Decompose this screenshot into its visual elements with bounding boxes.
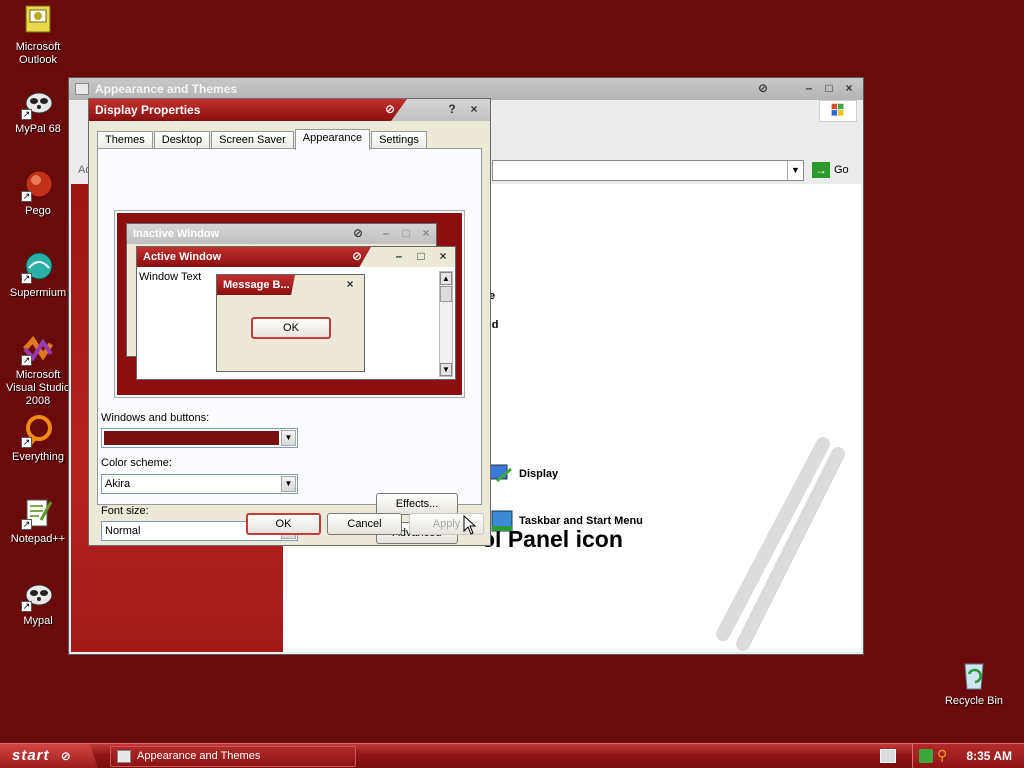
desktop-icon-mypal-68[interactable]: ↗ MyPal 68 — [0, 86, 76, 136]
desktop-icon-label: Pego — [25, 205, 51, 217]
appearance-preview: Inactive Window ⊘ – □ × Active Window ⊘ … — [114, 210, 465, 398]
taskbar: start ⊘ Appearance and Themes ⚲ 8:35 AM — [0, 743, 1024, 768]
theme-icon: ⊘ — [384, 102, 396, 116]
help-button[interactable]: ? — [444, 102, 460, 118]
theme-icon: ⊘ — [60, 749, 72, 763]
scroll-thumb — [440, 286, 452, 302]
tray-app-icon[interactable] — [919, 749, 933, 763]
appearance-panel: Inactive Window ⊘ – □ × Active Window ⊘ … — [97, 148, 482, 544]
desktop-icon-label: Notepad++ — [10, 533, 66, 545]
tab-themes[interactable]: Themes — [97, 131, 153, 149]
clock: 8:35 AM — [966, 749, 1012, 763]
mypal-icon: ↗ — [21, 86, 55, 120]
close-icon: × — [422, 226, 430, 240]
desktop-icon-label: MyPal 68 — [15, 123, 61, 135]
windows-buttons-select[interactable]: ▼ — [101, 428, 298, 448]
windows-buttons-label: Windows and buttons: — [101, 412, 210, 424]
desktop-icon-label: Microsoft Visual Studio 2008 — [5, 369, 70, 407]
supermium-icon: ↗ — [21, 250, 55, 284]
search-icon[interactable]: ⚲ — [937, 747, 947, 764]
chevron-down-icon[interactable]: ▼ — [281, 430, 296, 446]
folder-icon — [117, 750, 131, 763]
preview-active-window: Active Window ⊘ – □ × Window Text ▲ ▼ Me… — [136, 246, 456, 380]
folder-icon — [75, 83, 89, 95]
tab-desktop[interactable]: Desktop — [153, 131, 211, 149]
minimize-icon: – — [395, 249, 403, 263]
chevron-down-icon[interactable]: ▼ — [787, 161, 803, 180]
font-size-label: Font size: — [101, 505, 149, 517]
go-arrow-icon: → — [812, 162, 830, 178]
scroll-down-icon: ▼ — [440, 363, 452, 376]
color-swatch — [104, 431, 279, 445]
mypal-icon: ↗ — [21, 578, 55, 612]
maximize-button[interactable]: □ — [821, 81, 837, 97]
control-panel-titlebar[interactable]: Appearance and Themes ⊘ – □ × — [69, 78, 863, 100]
tab-appearance[interactable]: Appearance — [294, 129, 371, 150]
minimize-icon: – — [382, 226, 390, 240]
preview-message-box: Message B... × OK — [216, 274, 365, 372]
preview-active-title: Active Window — [143, 251, 222, 263]
close-icon: × — [439, 249, 447, 263]
ok-button[interactable]: OK — [246, 513, 321, 535]
desktop-icon-label: Microsoft Outlook — [15, 41, 61, 66]
paintbrush-watermark-icon — [703, 434, 863, 654]
cancel-button[interactable]: Cancel — [327, 513, 402, 535]
desktop-icon-label: Everything — [12, 451, 64, 463]
preview-window-text: Window Text — [139, 271, 202, 283]
desktop-icon-label: Recycle Bin — [944, 695, 1004, 707]
display-properties-dialog[interactable]: Display Properties ⊘ ? × Themes Desktop … — [88, 98, 491, 546]
taskbar-icon — [491, 509, 513, 533]
pego-icon: ↗ — [21, 168, 55, 202]
taskbar-item-appearance-themes[interactable]: Appearance and Themes — [110, 746, 356, 767]
outlook-icon — [21, 4, 55, 38]
cp-item-taskbar-start-menu[interactable]: Taskbar and Start Menu — [491, 509, 643, 533]
preview-scrollbar: ▲ ▼ — [439, 271, 453, 377]
desktop-icon-notepad-plus[interactable]: ↗ Notepad++ — [0, 496, 76, 546]
color-scheme-label: Color scheme: — [101, 457, 172, 469]
theme-icon[interactable]: ⊘ — [755, 81, 771, 97]
system-tray: ⚲ 8:35 AM — [912, 744, 1024, 768]
close-button[interactable]: × — [466, 102, 482, 118]
display-properties-title: Display Properties — [95, 103, 201, 117]
desktop-icon-everything[interactable]: ↗ Everything — [0, 414, 76, 464]
tab-screen-saver[interactable]: Screen Saver — [211, 131, 294, 149]
theme-icon: ⊘ — [352, 226, 364, 240]
desktop-icon-pego[interactable]: ↗ Pego — [0, 168, 76, 218]
preview-ok-button: OK — [251, 317, 331, 339]
notepad-plus-icon: ↗ — [21, 496, 55, 530]
desktop-icon-recycle-bin[interactable]: Recycle Bin — [936, 658, 1012, 708]
cp-item-display[interactable]: Display — [487, 461, 558, 487]
display-properties-titlebar[interactable]: Display Properties ⊘ ? × — [89, 99, 490, 121]
theme-icon: ⊘ — [351, 249, 363, 263]
effects-button[interactable]: Effects... — [376, 493, 458, 515]
close-button[interactable]: × — [841, 81, 857, 97]
tab-settings[interactable]: Settings — [371, 131, 427, 149]
windows-logo-icon — [819, 100, 857, 122]
scroll-up-icon: ▲ — [440, 272, 452, 285]
desktop-icon-outlook[interactable]: Microsoft Outlook — [0, 4, 76, 67]
chevron-down-icon[interactable]: ▼ — [281, 476, 296, 492]
desktop-icon-supermium[interactable]: ↗ Supermium — [0, 250, 76, 300]
close-icon: × — [346, 277, 354, 291]
address-input[interactable]: ▼ — [492, 160, 804, 181]
visual-studio-icon: ↗ — [21, 332, 55, 366]
maximize-icon: □ — [402, 226, 410, 240]
desktop-icon-label: Supermium — [9, 287, 67, 299]
desktop-icon-mypal[interactable]: ↗ Mypal — [0, 578, 76, 628]
maximize-icon: □ — [417, 249, 425, 263]
color-scheme-select[interactable]: Akira ▼ — [101, 474, 298, 494]
preview-inactive-title: Inactive Window — [133, 228, 220, 240]
control-panel-title: Appearance and Themes — [95, 82, 238, 96]
preview-message-title: Message B... — [223, 279, 290, 291]
recycle-bin-icon — [957, 658, 991, 692]
everything-icon: ↗ — [21, 414, 55, 448]
minimize-button[interactable]: – — [801, 81, 817, 97]
desktop-icon-visual-studio[interactable]: ↗ Microsoft Visual Studio 2008 — [0, 332, 76, 408]
go-button[interactable]: → Go — [812, 162, 849, 178]
mouse-cursor-icon — [463, 514, 477, 535]
tab-strip: Themes Desktop Screen Saver Appearance S… — [97, 129, 428, 150]
keyboard-icon[interactable] — [880, 749, 896, 763]
start-button[interactable]: start ⊘ — [0, 744, 98, 768]
desktop-icon-label: Mypal — [23, 615, 53, 627]
